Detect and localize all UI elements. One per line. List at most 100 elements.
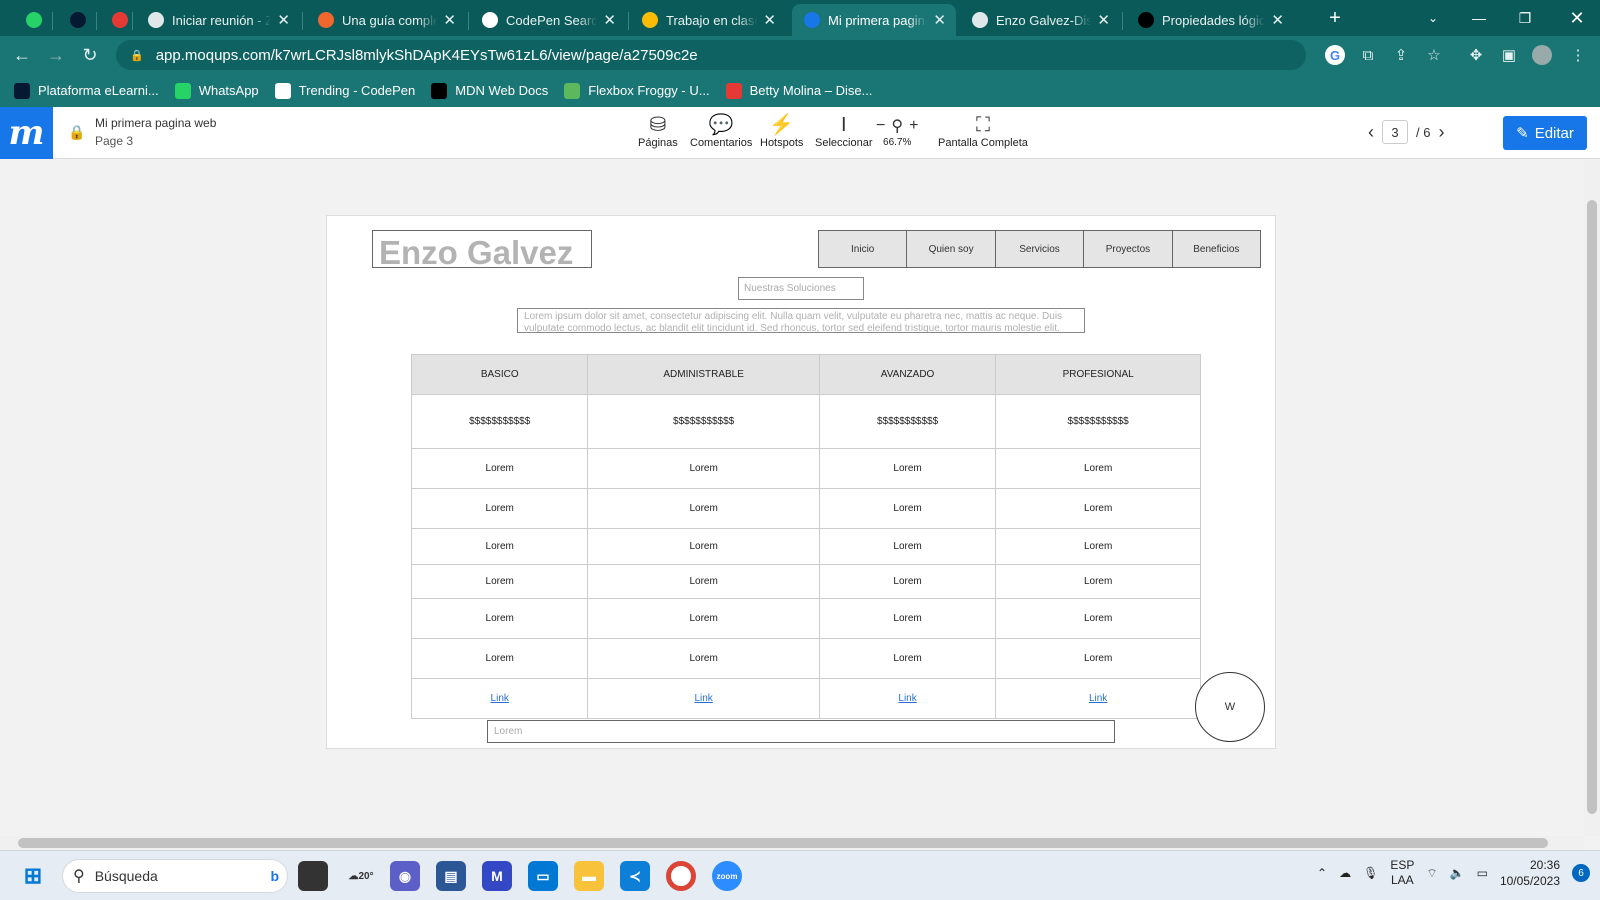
google-icon[interactable]: G — [1325, 45, 1345, 65]
clock[interactable]: 20:36 10/05/2023 — [1500, 857, 1560, 889]
close-tab-icon[interactable]: ✕ — [1271, 11, 1284, 29]
chrome-icon[interactable] — [666, 861, 696, 891]
wifi-icon[interactable]: ⌔ — [1426, 866, 1437, 881]
microphone-icon[interactable]: 🎙 — [1363, 866, 1378, 880]
browser-tab[interactable]: Iniciar reunión - Zoom ✕ — [136, 4, 300, 36]
browser-tab[interactable]: Trabajo en clase - Google Drive ✕ — [630, 4, 786, 36]
windows-start-icon[interactable]: ⊞ — [18, 861, 48, 891]
plan-link[interactable]: Link — [694, 693, 712, 704]
nav-item[interactable]: Inicio — [819, 231, 908, 267]
onedrive-icon[interactable]: ☁ — [1339, 866, 1351, 880]
plan-link[interactable]: Link — [491, 693, 509, 704]
notification-badge[interactable]: 6 — [1572, 864, 1590, 882]
chevron-up-icon[interactable]: ⌃ — [1317, 866, 1327, 880]
search-icon: ⚲ — [73, 868, 85, 885]
file-explorer-icon[interactable]: ▬ — [574, 861, 604, 891]
forward-icon[interactable]: → — [44, 43, 68, 67]
teams-chat-icon[interactable]: ◉ — [390, 861, 420, 891]
extensions-icon[interactable]: ✥ — [1466, 45, 1486, 65]
close-window-icon[interactable]: ✕ — [1554, 0, 1600, 36]
menu-icon[interactable]: ⋮ — [1568, 45, 1588, 65]
prev-page-icon[interactable]: ‹ — [1368, 122, 1374, 143]
moqups-logo[interactable]: m — [0, 107, 53, 159]
footer-input[interactable]: Lorem — [487, 720, 1115, 743]
zoom-in-icon[interactable]: + — [909, 117, 918, 135]
close-tab-icon[interactable]: ✕ — [933, 11, 946, 29]
bookmark-item[interactable]: Plataforma eLearni... — [14, 82, 159, 99]
tab-title: Trabajo en clase - Google Drive — [666, 12, 757, 28]
table-cell: Lorem — [410, 638, 589, 679]
vscode-icon[interactable]: ≺ — [620, 861, 650, 891]
moqups-app-icon[interactable]: M — [482, 861, 512, 891]
taskbar-search[interactable]: ⚲ Búsqueda b — [62, 859, 288, 893]
browser-tab[interactable] — [100, 4, 130, 36]
bookmarks-bar: Plataforma eLearni... WhatsApp Trending - … — [0, 74, 1600, 107]
monitor-app-icon[interactable]: ▭ — [528, 861, 558, 891]
horizontal-scroll-thumb[interactable] — [18, 838, 1548, 848]
pages-button[interactable]: ⛁ Páginas — [638, 113, 678, 149]
plan-link[interactable]: Link — [898, 693, 916, 704]
browser-tab[interactable]: Mi primera pagina web ✕ — [792, 4, 956, 36]
table-cell: $$$$$$$$$$$ — [410, 394, 589, 449]
bookmark-item[interactable]: Trending - CodePen — [274, 82, 415, 99]
comments-button[interactable]: 💬 Comentarios — [690, 113, 752, 149]
profile-avatar[interactable] — [1532, 45, 1552, 65]
bookmark-star-icon[interactable]: ☆ — [1424, 45, 1444, 65]
close-tab-icon[interactable]: ✕ — [603, 11, 616, 29]
restore-icon[interactable]: ❐ — [1502, 0, 1548, 36]
new-tab-icon[interactable]: + — [1320, 0, 1350, 36]
back-icon[interactable]: ← — [10, 43, 34, 67]
minimize-icon[interactable]: — — [1456, 0, 1502, 36]
table-row: Lorem Lorem Lorem Lorem — [410, 598, 1201, 639]
fullscreen-button[interactable]: ⛶ Pantalla Completa — [938, 113, 1028, 149]
zoom-app-icon[interactable]: zoom — [712, 861, 742, 891]
select-button[interactable]: I Seleccionar — [815, 113, 872, 149]
codepen-icon — [482, 12, 498, 28]
whatsapp-circle-button[interactable]: W — [1195, 672, 1265, 742]
table-cell: Lorem — [587, 638, 820, 679]
nav-item[interactable]: Beneficios — [1173, 231, 1260, 267]
browser-tab[interactable]: CodePen Search ✕ — [470, 4, 626, 36]
close-tab-icon[interactable]: ✕ — [443, 11, 456, 29]
bookmark-item[interactable]: Flexbox Froggy - U... — [564, 82, 710, 99]
language-indicator[interactable]: ESP LAA — [1390, 858, 1414, 888]
bookmark-item[interactable]: Betty Molina – Dise... — [725, 82, 873, 99]
nav-item[interactable]: Servicios — [996, 231, 1085, 267]
plan-header: ADMINISTRABLE — [587, 354, 820, 395]
reload-icon[interactable]: ↻ — [78, 43, 102, 67]
vertical-scroll-thumb[interactable] — [1587, 200, 1597, 814]
tab-search-icon[interactable]: ⌄ — [1410, 0, 1456, 36]
edit-button[interactable]: ✎ Editar — [1503, 116, 1587, 150]
plan-link[interactable]: Link — [1089, 693, 1107, 704]
browser-tab[interactable] — [14, 4, 50, 36]
project-name: Mi primera pagina web — [95, 116, 217, 130]
hotspots-button[interactable]: ⚡ Hotspots — [760, 113, 803, 149]
share-icon[interactable]: ⇪ — [1391, 45, 1411, 65]
weather-icon[interactable]: ☁ 20° — [343, 861, 379, 891]
current-page-input[interactable]: 3 — [1382, 120, 1408, 144]
browser-tab[interactable]: Enzo Galvez-Diseño ✕ — [960, 4, 1120, 36]
bookmark-label: Betty Molina – Dise... — [749, 83, 873, 98]
store-icon[interactable]: ▤ — [436, 861, 466, 891]
tab-title: CodePen Search — [506, 12, 598, 28]
bookmark-item[interactable]: WhatsApp — [174, 82, 259, 99]
address-bar[interactable]: 🔒 app.moqups.com/k7wrLCRJsl8mlykShDApK4E… — [116, 40, 1306, 70]
bookmark-item[interactable]: MDN Web Docs — [431, 82, 548, 99]
browser-tab[interactable] — [58, 4, 94, 36]
translate-icon[interactable]: ⧉ — [1358, 45, 1378, 65]
volume-icon[interactable]: 🔈 — [1450, 866, 1465, 880]
system-tray: ⌃ ☁ 🎙 ESP LAA ⌔ 🔈 ▭ 20:36 10/05/2023 6 — [1317, 857, 1590, 889]
close-tab-icon[interactable]: ✕ — [277, 11, 290, 29]
battery-icon[interactable]: ▭ — [1477, 866, 1488, 880]
task-view-icon[interactable] — [298, 861, 328, 891]
close-tab-icon[interactable]: ✕ — [763, 11, 776, 29]
browser-tab[interactable]: Propiedades lógicas ✕ — [1126, 4, 1294, 36]
browser-tab[interactable]: Una guía completa ✕ — [306, 4, 466, 36]
side-panel-icon[interactable]: ▣ — [1499, 45, 1519, 65]
solutions-field[interactable]: Nuestras Soluciones — [738, 277, 864, 300]
zoom-out-icon[interactable]: − — [876, 117, 885, 135]
nav-item[interactable]: Quien soy — [907, 231, 996, 267]
nav-item[interactable]: Proyectos — [1084, 231, 1173, 267]
close-tab-icon[interactable]: ✕ — [1097, 11, 1110, 29]
next-page-icon[interactable]: › — [1438, 122, 1444, 143]
